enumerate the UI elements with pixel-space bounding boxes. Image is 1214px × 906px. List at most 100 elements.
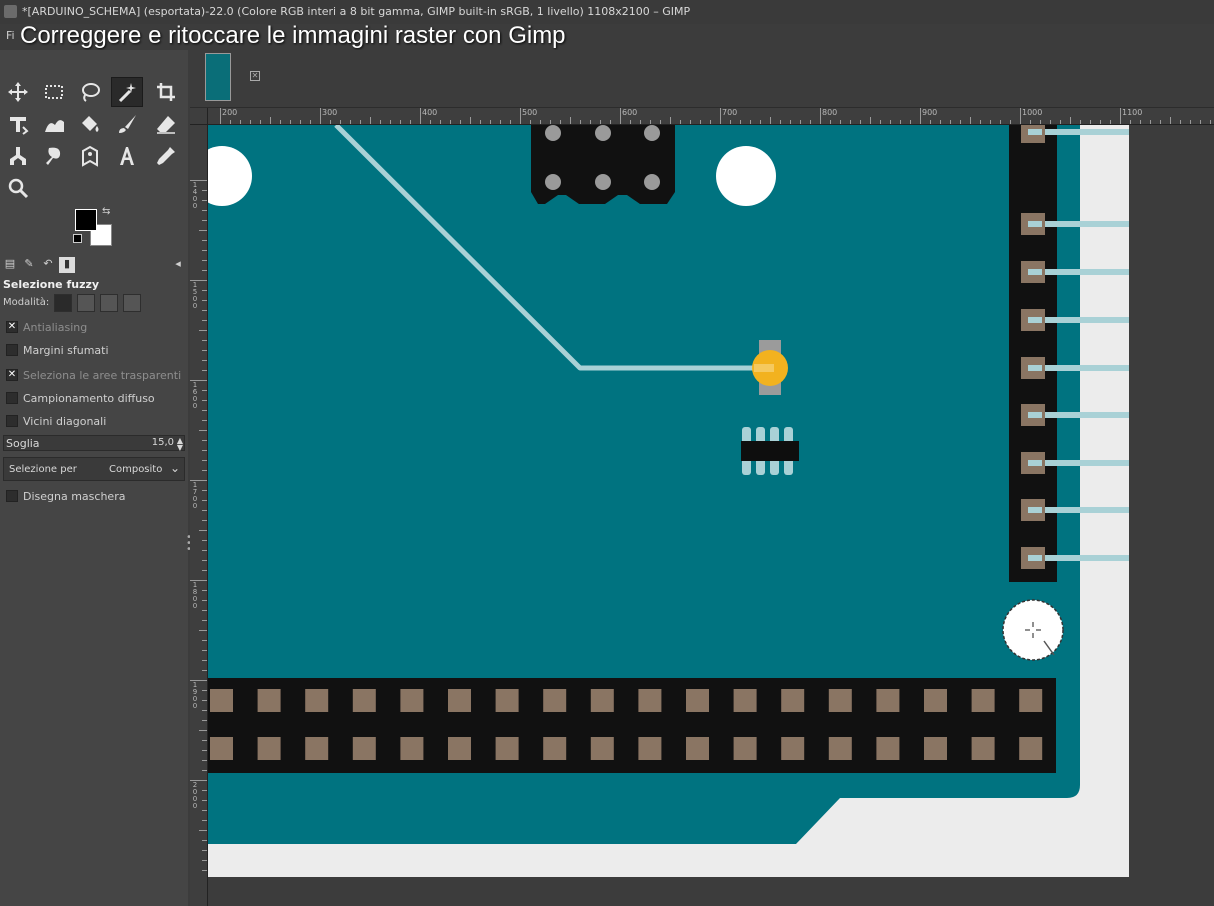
header-trace <box>1038 317 1129 323</box>
header-pad <box>448 737 471 760</box>
header-pad <box>733 737 757 760</box>
ruler-label: 1800 <box>192 581 198 610</box>
checkbox-draw-mask[interactable] <box>6 490 18 502</box>
option-sample-merged[interactable]: Campionamento diffuso <box>6 390 155 406</box>
ruler-major-tick <box>220 108 221 124</box>
chevron-down-icon: ⌄ <box>169 461 180 475</box>
ruler-minor-tick <box>199 330 207 331</box>
horizontal-ruler[interactable]: 200 300 400 500 600 700 800 900 1000 1100 <box>208 108 1214 125</box>
checkbox-antialiasing[interactable]: ✕ <box>6 321 18 333</box>
eraser-tool-icon[interactable] <box>150 109 182 139</box>
header-pad <box>590 737 614 760</box>
bucket-fill-tool-icon[interactable] <box>74 109 106 139</box>
images-tab-icon[interactable]: ▮ <box>59 257 75 273</box>
default-colors-icon[interactable] <box>73 234 82 243</box>
ruler-minor-tick <box>270 117 271 124</box>
fuzzy-select-tool-icon[interactable] <box>111 77 143 107</box>
checkbox-select-transparent[interactable]: ✕ <box>6 369 18 381</box>
image-canvas[interactable] <box>208 125 1214 906</box>
option-select-transparent[interactable]: ✕ Seleziona le aree trasparenti <box>6 367 181 383</box>
ruler-label: 500 <box>522 108 538 117</box>
arduino-board-image[interactable] <box>208 125 1214 906</box>
ruler-minor-tick <box>670 117 671 124</box>
gimp-app-icon <box>4 5 17 18</box>
header-pad <box>828 689 852 712</box>
crop-tool-icon[interactable] <box>150 77 182 107</box>
ruler-minor-tick <box>870 117 871 124</box>
mode-subtract-button[interactable] <box>100 294 118 312</box>
header-pad <box>781 737 805 760</box>
tool-options-tab-icon[interactable]: ▤ <box>2 257 18 273</box>
ruler-minor-tick <box>199 830 207 831</box>
ruler-minor-tick <box>370 117 371 124</box>
ruler-minor-tick <box>770 117 771 124</box>
text-tool-icon[interactable] <box>111 141 143 171</box>
pad-trace <box>1028 555 1042 561</box>
ic-body <box>741 441 799 461</box>
header-pad <box>495 689 519 712</box>
lasso-tool-icon[interactable] <box>74 77 106 107</box>
select-by-dropdown[interactable]: Selezione per Composito ⌄ <box>3 457 185 481</box>
header-trace <box>1038 555 1129 561</box>
paintbrush-tool-icon[interactable] <box>111 109 143 139</box>
checkbox-diagonal-neighbors[interactable] <box>6 415 18 427</box>
option-draw-mask[interactable]: Disegna maschera <box>6 488 125 504</box>
ruler-major-tick <box>720 108 721 124</box>
mode-replace-button[interactable] <box>54 294 72 312</box>
swap-colors-icon[interactable]: ⇆ <box>102 206 114 218</box>
option-feather-edges[interactable]: Margini sfumati <box>6 342 109 358</box>
clone-tool-icon[interactable] <box>2 141 34 171</box>
close-image-icon[interactable]: ✕ <box>250 71 260 81</box>
header-pad <box>210 689 233 712</box>
checkbox-feather-edges[interactable] <box>6 344 18 356</box>
undo-history-tab-icon[interactable]: ↶ <box>40 257 56 273</box>
ruler-minor-tick <box>199 230 207 231</box>
zoom-tool-icon[interactable] <box>2 173 34 203</box>
paths-tool-icon[interactable] <box>74 141 106 171</box>
pad-trace <box>1028 317 1042 323</box>
vertical-ruler[interactable]: 1400 1500 1600 1700 1800 1900 2000 <box>190 125 208 906</box>
header-pad <box>638 737 662 760</box>
threshold-spin-icon[interactable]: ▲ ▼ <box>177 437 183 452</box>
mode-label: Modalità: <box>3 297 50 308</box>
ruler-label: 1600 <box>192 381 198 410</box>
option-antialiasing[interactable]: ✕ Antialiasing <box>6 319 87 335</box>
mode-add-button[interactable] <box>77 294 95 312</box>
icsp-pin <box>545 125 561 141</box>
dock-menu-icon[interactable]: ◂ <box>170 257 186 273</box>
checkbox-sample-merged[interactable] <box>6 392 18 404</box>
device-status-tab-icon[interactable]: ✎ <box>21 257 37 273</box>
select-by-value: Composito <box>109 464 163 475</box>
icsp-pin <box>595 125 611 141</box>
header-pad <box>257 689 281 712</box>
small-ic-chip <box>741 427 799 475</box>
header-pad <box>400 737 424 760</box>
title-bar: *[ARDUINO_SCHEMA] (esportata)-22.0 (Colo… <box>0 0 1214 24</box>
ruler-major-tick <box>820 108 821 124</box>
dock-tabs: ▤ ✎ ↶ ▮ ◂ <box>0 256 188 274</box>
unified-transform-tool-icon[interactable] <box>2 109 34 139</box>
ruler-major-tick <box>1020 108 1021 124</box>
move-tool-icon[interactable] <box>2 77 34 107</box>
threshold-slider[interactable]: Soglia 15,0 ▲ ▼ <box>3 435 185 452</box>
window-title: *[ARDUINO_SCHEMA] (esportata)-22.0 (Colo… <box>22 5 691 18</box>
ruler-major-tick <box>320 108 321 124</box>
mode-intersect-button[interactable] <box>123 294 141 312</box>
ruler-minor-tick <box>470 117 471 124</box>
image-tab-bar <box>190 50 1214 108</box>
ruler-label: 1900 <box>192 681 198 710</box>
pad-trace <box>1028 412 1042 418</box>
header-pad <box>828 737 852 760</box>
ruler-corner[interactable] <box>190 108 208 125</box>
warp-transform-tool-icon[interactable] <box>38 109 70 139</box>
option-diagonal-neighbors[interactable]: Vicini diagonali <box>6 413 106 429</box>
header-pad <box>352 737 376 760</box>
smudge-tool-icon[interactable] <box>38 141 70 171</box>
header-pad <box>210 737 233 760</box>
foreground-color-swatch[interactable] <box>75 209 97 231</box>
header-trace <box>1038 412 1129 418</box>
image-thumbnail[interactable] <box>205 53 231 101</box>
rect-select-tool-icon[interactable] <box>38 77 70 107</box>
menu-file[interactable]: Fi <box>6 29 15 42</box>
color-picker-tool-icon[interactable] <box>150 141 182 171</box>
